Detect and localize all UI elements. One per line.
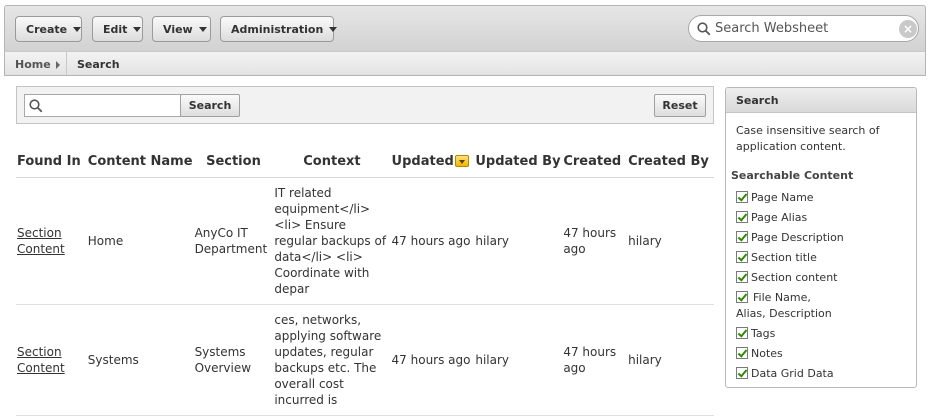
panel-title: Search <box>726 88 916 113</box>
column-header-content-name[interactable]: Content Name <box>86 146 194 178</box>
chevron-down-icon <box>133 26 142 32</box>
checkbox-checked-icon[interactable] <box>736 271 748 283</box>
column-header-section[interactable]: Section <box>193 146 274 178</box>
column-header-created[interactable]: Created <box>562 146 628 178</box>
websheet-search-box: × <box>688 15 919 42</box>
search-icon <box>697 21 711 35</box>
cell-content-name: Systems <box>86 304 194 416</box>
cell-updated-by: hilary <box>474 304 563 416</box>
reset-button[interactable]: Reset <box>654 94 706 117</box>
cell-updated: 47 hours ago <box>390 304 475 416</box>
option-notes[interactable]: Notes <box>736 346 783 362</box>
cell-found-in: Section Content <box>16 304 87 416</box>
cell-created: 47 hours ago <box>562 304 628 416</box>
panel-description: Case insensitive search of application c… <box>736 124 880 153</box>
cell-section: Systems Overview <box>193 304 274 416</box>
search-help-panel: Search Case insensitive search of applic… <box>725 87 917 388</box>
option-page-name[interactable]: Page Name <box>736 190 814 206</box>
cell-updated: 47 hours ago <box>390 177 475 305</box>
search-icon <box>29 98 43 112</box>
search-bar: Search Reset <box>16 86 714 124</box>
breadcrumb-current: Search <box>77 58 120 71</box>
search-button[interactable]: Search <box>180 94 240 117</box>
results-table: Found In Content Name Section Context Up… <box>16 146 714 416</box>
view-menu-button[interactable]: View <box>152 16 211 42</box>
cell-created: 47 hours ago <box>562 177 628 305</box>
cell-context: ces, networks, applying software updates… <box>273 304 391 416</box>
breadcrumb-home[interactable]: Home <box>15 58 60 71</box>
websheet-search-input[interactable] <box>715 21 893 36</box>
table-row: Section Content Systems Systems Overview… <box>16 304 714 416</box>
breadcrumb: Home Search <box>4 51 926 76</box>
cell-found-in: Section Content <box>16 177 87 305</box>
chevron-down-icon <box>73 26 82 32</box>
view-menu-label: View <box>163 22 193 36</box>
cell-created-by: hilary <box>627 304 714 416</box>
clear-search-icon[interactable]: × <box>899 19 917 38</box>
option-label: Page Description <box>751 231 844 244</box>
option-label: Page Name <box>751 191 814 204</box>
cell-created-by: hilary <box>627 177 714 305</box>
checkbox-checked-icon[interactable] <box>736 347 748 359</box>
found-in-link[interactable]: Section Content <box>17 226 65 256</box>
column-header-updated[interactable]: Updated <box>390 146 475 178</box>
top-toolbar: Create Edit View Administration × <box>4 5 926 51</box>
option-label: Section title <box>751 251 817 264</box>
administration-menu-button[interactable]: Administration <box>220 16 338 42</box>
checkbox-checked-icon[interactable] <box>736 367 748 379</box>
sort-descending-icon[interactable] <box>454 154 469 167</box>
edit-menu-button[interactable]: Edit <box>92 16 143 42</box>
table-row: Section Content Home AnyCo IT Department… <box>16 177 714 305</box>
option-label: File Name, Alias, Description <box>736 291 832 320</box>
option-label: Data Grid Data <box>751 367 834 380</box>
option-label: Notes <box>751 347 783 360</box>
checkbox-checked-icon[interactable] <box>736 327 748 339</box>
option-page-description[interactable]: Page Description <box>736 230 844 246</box>
table-header-row: Found In Content Name Section Context Up… <box>16 146 714 178</box>
cell-context: IT related equipment</li> <li> Ensure re… <box>273 177 391 305</box>
found-in-link[interactable]: Section Content <box>17 345 65 375</box>
option-label: Page Alias <box>751 211 808 224</box>
breadcrumb-divider <box>66 52 67 75</box>
cell-updated-by: hilary <box>474 177 563 305</box>
content-search-box <box>24 94 181 117</box>
option-section-title[interactable]: Section title <box>736 250 817 266</box>
option-label: Tags <box>751 327 776 340</box>
checkbox-checked-icon[interactable] <box>736 231 748 243</box>
content-search-input[interactable] <box>47 99 177 112</box>
edit-menu-label: Edit <box>103 22 128 36</box>
chevron-down-icon <box>198 26 207 32</box>
column-header-updated-by[interactable]: Updated By <box>474 146 563 178</box>
administration-menu-label: Administration <box>231 22 324 36</box>
create-menu-label: Create <box>26 22 68 36</box>
chevron-right-icon <box>55 60 60 69</box>
option-section-content[interactable]: Section content <box>736 270 837 286</box>
cell-section: AnyCo IT Department <box>193 177 274 305</box>
chevron-down-icon <box>329 26 338 32</box>
option-data-grid-data[interactable]: Data Grid Data <box>736 366 834 382</box>
checkbox-checked-icon[interactable] <box>736 211 748 223</box>
checkbox-checked-icon[interactable] <box>736 251 748 263</box>
cell-content-name: Home <box>86 177 194 305</box>
option-label: Section content <box>751 271 838 284</box>
column-header-found-in[interactable]: Found In <box>16 146 87 178</box>
searchable-content-heading: Searchable Content <box>731 169 854 182</box>
checkbox-checked-icon[interactable] <box>736 191 748 203</box>
column-header-updated-label: Updated <box>391 153 454 169</box>
column-header-context[interactable]: Context <box>273 146 391 178</box>
option-page-alias[interactable]: Page Alias <box>736 210 807 226</box>
column-header-created-by[interactable]: Created By <box>627 146 714 178</box>
create-menu-button[interactable]: Create <box>15 16 82 42</box>
option-tags[interactable]: Tags <box>736 326 775 342</box>
breadcrumb-home-label: Home <box>15 58 51 71</box>
